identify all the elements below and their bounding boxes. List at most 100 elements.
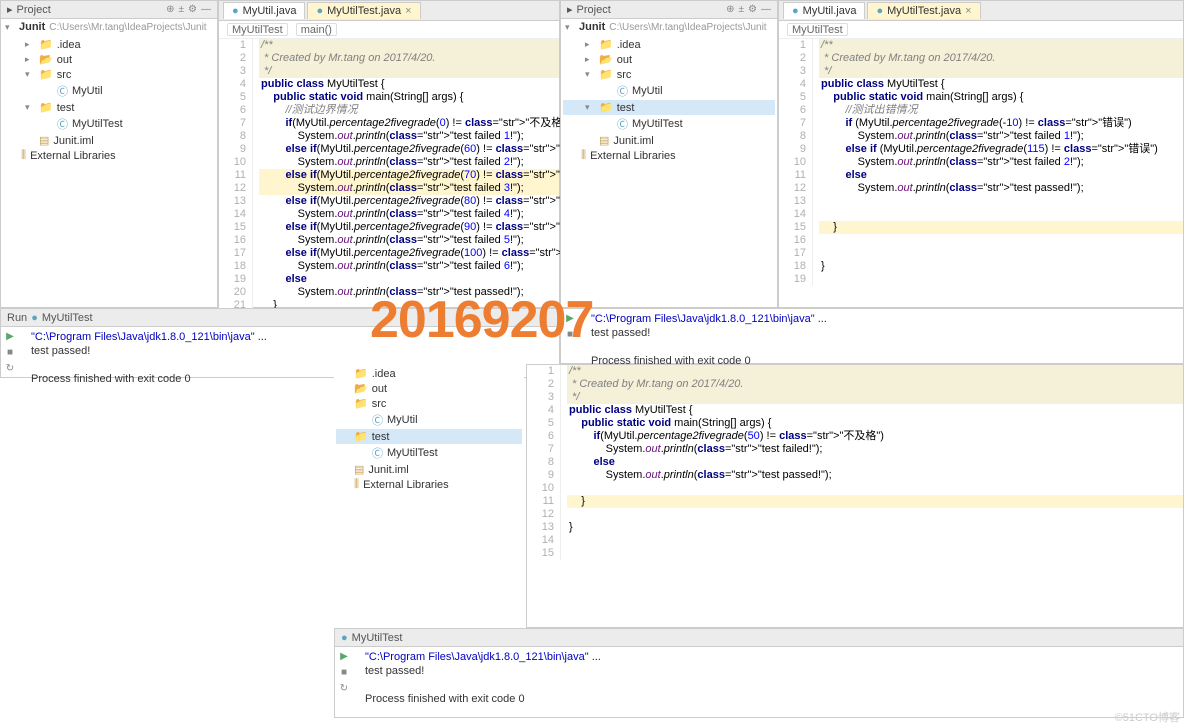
bc-class[interactable]: MyUtilTest — [227, 23, 288, 36]
code-line-15[interactable]: else if(MyUtil.percentage2fivegrade(90) … — [259, 221, 559, 234]
code-editor[interactable]: 123456789101112131415/** * Created by Mr… — [527, 365, 1183, 627]
code-line-11[interactable]: } — [567, 495, 1183, 508]
code-line-13[interactable] — [819, 195, 1183, 208]
tab-myutil[interactable]: ●MyUtil.java — [783, 2, 865, 19]
code-line-15[interactable] — [567, 547, 1183, 560]
code-line-17[interactable] — [819, 247, 1183, 260]
tree-item--idea[interactable]: 📁.idea — [336, 366, 522, 381]
stop-icon[interactable]: ■ — [3, 345, 17, 359]
code-line-1[interactable]: /** — [567, 365, 1183, 378]
code-line-13[interactable]: } — [567, 521, 1183, 534]
tree-item-myutiltest[interactable]: ⒸMyUtilTest — [336, 444, 522, 462]
tree-item-myutiltest[interactable]: ⒸMyUtilTest — [3, 115, 215, 133]
code-line-8[interactable]: else — [567, 456, 1183, 469]
code-line-4[interactable]: public class MyUtilTest { — [819, 78, 1183, 91]
code-line-11[interactable]: else — [819, 169, 1183, 182]
code-line-14[interactable]: System.out.println(class="str">"test fai… — [259, 208, 559, 221]
code-line-19[interactable]: else — [259, 273, 559, 286]
project-root[interactable]: ▾ Junit C:\Users\Mr.tang\IdeaProjects\Ju… — [561, 19, 777, 35]
tree-item-myutil[interactable]: ⒸMyUtil — [3, 82, 215, 100]
code-line-5[interactable]: public static void main(String[] args) { — [259, 91, 559, 104]
gear-icon[interactable]: ⚙ — [188, 4, 197, 15]
tree-item-junit-iml[interactable]: ▤Junit.iml — [336, 462, 522, 477]
stop-icon[interactable]: ■ — [337, 665, 351, 679]
close-icon[interactable]: × — [965, 5, 971, 17]
code-line-8[interactable]: System.out.println(class="str">"test fai… — [819, 130, 1183, 143]
tree-item-out[interactable]: ▸📂out — [3, 52, 215, 67]
code-line-13[interactable]: else if(MyUtil.percentage2fivegrade(80) … — [259, 195, 559, 208]
tree-item-junit-iml[interactable]: ▤Junit.iml — [563, 133, 775, 148]
tree-item--idea[interactable]: ▸📁.idea — [3, 37, 215, 52]
console-output[interactable]: ▶ ■ ↻ "C:\Program Files\Java\jdk1.8.0_12… — [335, 647, 1183, 711]
bc-method[interactable]: main() — [296, 23, 337, 36]
code-line-16[interactable]: System.out.println(class="str">"test fai… — [259, 234, 559, 247]
code-line-10[interactable]: System.out.println(class="str">"test fai… — [819, 156, 1183, 169]
code-line-7[interactable]: if (MyUtil.percentage2fivegrade(-10) != … — [819, 117, 1183, 130]
restart-icon[interactable]: ↻ — [3, 361, 17, 375]
code-line-4[interactable]: public class MyUtilTest { — [567, 404, 1183, 417]
tree-item--idea[interactable]: ▸📁.idea — [563, 37, 775, 52]
project-tree[interactable]: ▸📁.idea▸📂out▾📁srcⒸMyUtil▾📁testⒸMyUtilTes… — [561, 35, 777, 165]
code-line-12[interactable] — [567, 508, 1183, 521]
code-line-11[interactable]: else if(MyUtil.percentage2fivegrade(70) … — [259, 169, 559, 182]
code-line-5[interactable]: public static void main(String[] args) { — [819, 91, 1183, 104]
code-line-5[interactable]: public static void main(String[] args) { — [567, 417, 1183, 430]
code-line-1[interactable]: /** — [819, 39, 1183, 52]
tree-item-src[interactable]: 📁src — [336, 396, 522, 411]
code-line-6[interactable]: //测试边界情况 — [259, 104, 559, 117]
code-line-9[interactable]: System.out.println(class="str">"test pas… — [567, 469, 1183, 482]
tree-item-myutil[interactable]: ⒸMyUtil — [563, 82, 775, 100]
project-tree[interactable]: ▸📁.idea▸📂out▾📁srcⒸMyUtil▾📁testⒸMyUtilTes… — [1, 35, 217, 165]
collapse-icon[interactable]: ⊕ — [726, 4, 734, 15]
tree-item-junit-iml[interactable]: ▤Junit.iml — [3, 133, 215, 148]
tree-item-out[interactable]: 📂out — [336, 381, 522, 396]
code-line-12[interactable]: System.out.println(class="str">"test fai… — [259, 182, 559, 195]
collapse-icon[interactable]: ⊕ — [166, 4, 174, 15]
code-line-18[interactable]: } — [819, 260, 1183, 273]
code-line-19[interactable] — [819, 273, 1183, 286]
tree-item-src[interactable]: ▾📁src — [3, 67, 215, 82]
tree-item-external-libraries[interactable]: ⫼External Libraries — [3, 148, 215, 163]
tree-item-out[interactable]: ▸📂out — [563, 52, 775, 67]
code-line-16[interactable] — [819, 234, 1183, 247]
code-line-17[interactable]: else if(MyUtil.percentage2fivegrade(100)… — [259, 247, 559, 260]
code-line-9[interactable]: else if (MyUtil.percentage2fivegrade(115… — [819, 143, 1183, 156]
bc-class[interactable]: MyUtilTest — [787, 23, 848, 36]
code-line-1[interactable]: /** — [259, 39, 559, 52]
code-line-4[interactable]: public class MyUtilTest { — [259, 78, 559, 91]
project-tree[interactable]: 📁.idea📂out📁srcⒸMyUtil📁testⒸMyUtilTest▤Ju… — [334, 364, 524, 494]
code-line-14[interactable] — [567, 534, 1183, 547]
tree-item-test[interactable]: ▾📁test — [3, 100, 215, 115]
close-icon[interactable]: × — [405, 5, 411, 17]
code-line-2[interactable]: * Created by Mr.tang on 2017/4/20. — [567, 378, 1183, 391]
code-line-6[interactable]: if(MyUtil.percentage2fivegrade(50) != cl… — [567, 430, 1183, 443]
hide-icon[interactable]: — — [761, 4, 771, 15]
tree-item-myutiltest[interactable]: ⒸMyUtilTest — [563, 115, 775, 133]
code-line-7[interactable]: System.out.println(class="str">"test fai… — [567, 443, 1183, 456]
code-line-3[interactable]: */ — [819, 65, 1183, 78]
code-line-3[interactable]: */ — [259, 65, 559, 78]
code-editor[interactable]: 12345678910111213141516171819/** * Creat… — [779, 39, 1183, 307]
code-line-6[interactable]: //测试出错情况 — [819, 104, 1183, 117]
tree-item-test[interactable]: 📁test — [336, 429, 522, 444]
code-editor[interactable]: 12345678910111213141516171819202122/** *… — [219, 39, 559, 307]
code-line-12[interactable]: System.out.println(class="str">"test pas… — [819, 182, 1183, 195]
code-line-7[interactable]: if(MyUtil.percentage2fivegrade(0) != cla… — [259, 117, 559, 130]
code-line-18[interactable]: System.out.println(class="str">"test fai… — [259, 260, 559, 273]
gear-icon[interactable]: ⚙ — [748, 4, 757, 15]
code-line-14[interactable] — [819, 208, 1183, 221]
code-line-3[interactable]: */ — [567, 391, 1183, 404]
tree-item-src[interactable]: ▾📁src — [563, 67, 775, 82]
code-line-9[interactable]: else if(MyUtil.percentage2fivegrade(60) … — [259, 143, 559, 156]
tree-item-myutil[interactable]: ⒸMyUtil — [336, 411, 522, 429]
code-line-8[interactable]: System.out.println(class="str">"test fai… — [259, 130, 559, 143]
play-icon[interactable]: ▶ — [337, 649, 351, 663]
code-line-2[interactable]: * Created by Mr.tang on 2017/4/20. — [259, 52, 559, 65]
tab-myutil[interactable]: ●MyUtil.java — [223, 2, 305, 19]
tab-myutiltest[interactable]: ●MyUtilTest.java× — [867, 2, 980, 19]
toggle-icon[interactable]: ± — [179, 4, 185, 15]
tree-item-test[interactable]: ▾📁test — [563, 100, 775, 115]
play-icon[interactable]: ▶ — [3, 329, 17, 343]
code-line-2[interactable]: * Created by Mr.tang on 2017/4/20. — [819, 52, 1183, 65]
code-line-10[interactable] — [567, 482, 1183, 495]
